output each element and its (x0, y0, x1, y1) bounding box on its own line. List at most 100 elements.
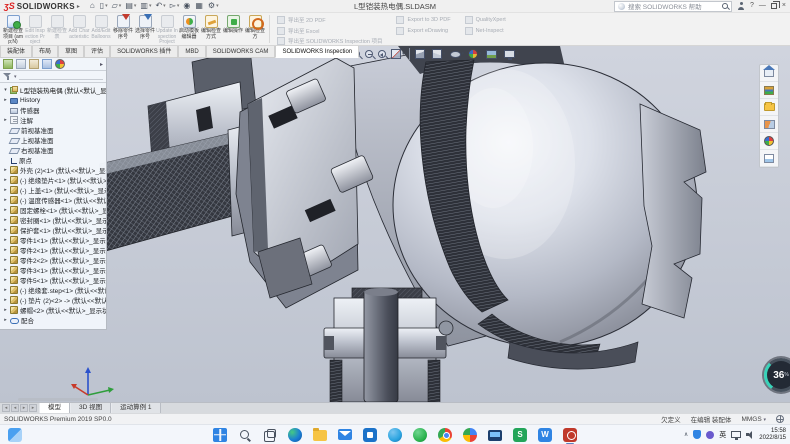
dropdown-caret-icon[interactable]: ▾ (443, 51, 446, 57)
task-pane-tab[interactable] (760, 116, 778, 133)
taskbar-chrome[interactable] (438, 428, 452, 442)
dropdown-caret-icon[interactable]: ▾ (216, 3, 219, 9)
tree-item[interactable]: 前视基准面 (2, 125, 106, 135)
tray-location-icon[interactable] (706, 431, 714, 439)
graphics-area[interactable]: ▾ ▾ ▾ ▾ ▾ ▾ ▾ (0, 46, 790, 402)
tree-item[interactable]: ▸ 外壳 (2)<1> (默认<<默认>_显示状 (2, 165, 106, 175)
dropdown-caret-icon[interactable]: ▾ (134, 3, 137, 9)
filter-input[interactable] (19, 73, 103, 80)
dimxpertmanager-tab-icon[interactable] (42, 59, 52, 69)
previous-view-icon[interactable] (378, 50, 386, 58)
task-pane-tab[interactable] (760, 150, 778, 167)
filter-caret-icon[interactable]: ▾ (14, 74, 17, 80)
status-globe-icon[interactable] (776, 415, 784, 423)
expand-arrow-icon[interactable]: ▸ (3, 197, 8, 203)
command-tab[interactable]: SOLIDWORKS 插件 (110, 46, 178, 58)
apply-scene-icon[interactable] (486, 50, 497, 59)
zoom-to-area-icon[interactable] (365, 50, 373, 58)
edit-appearance-icon[interactable] (468, 49, 478, 59)
tree-item[interactable]: ▸ 螺帽<2> (默认<<默认>_显示状态 (2, 305, 106, 315)
model-3d[interactable] (0, 46, 790, 402)
ribbon-button[interactable]: 新建检查项目 (amp;N) (2, 13, 24, 45)
search-icon[interactable] (722, 3, 728, 9)
expand-arrow-icon[interactable]: ▸ (3, 237, 8, 243)
taskbar-solidworks[interactable] (563, 428, 577, 442)
restore-button[interactable] (771, 3, 777, 9)
taskbar-mail[interactable] (338, 429, 352, 440)
command-tab[interactable]: 草图 (58, 46, 84, 58)
expand-arrow-icon[interactable]: ▸ (3, 257, 8, 263)
tree-item[interactable]: ▸ (-) 垫片 (2)<2> -> (默认<<默认 (2, 295, 106, 305)
tray-speaker-icon[interactable] (746, 431, 754, 439)
tree-item[interactable]: ▸ 零件2<2> (默认<<默认>_显示状 (2, 255, 106, 265)
tree-item[interactable]: ▸ 零件5<1> (默认<<默认>_显示状态 (2, 275, 106, 285)
help-button[interactable]: ? (750, 1, 754, 11)
expand-arrow-icon[interactable]: ▸ (3, 177, 8, 183)
expand-arrow-icon[interactable]: ▸ (3, 267, 8, 273)
taskbar-start[interactable] (213, 428, 227, 442)
save-icon[interactable]: ▤▾ (125, 1, 136, 11)
taskbar-file-explorer[interactable] (313, 430, 327, 441)
expand-arrow-icon[interactable]: ▸ (3, 287, 8, 293)
tree-item[interactable]: ▸ History (2, 95, 106, 105)
expand-arrow-icon[interactable]: ▸ (3, 307, 8, 313)
minimize-button[interactable]: — (759, 1, 766, 11)
expand-arrow-icon[interactable]: ▸ (3, 217, 8, 223)
undo-icon[interactable]: ↶▾ (155, 1, 165, 11)
taskbar-task-view[interactable] (263, 428, 277, 442)
tree-item[interactable]: ▸ 配合 (2, 315, 106, 325)
command-tab[interactable]: MBD (178, 46, 205, 58)
tree-item[interactable]: ▸ 零件3<1> (默认<<默认>_显示状态 (2, 265, 106, 275)
section-view-icon[interactable] (391, 49, 401, 59)
dropdown-caret-icon[interactable]: ▾ (149, 3, 152, 9)
dropdown-caret-icon[interactable]: ▾ (105, 3, 108, 9)
dropdown-caret-icon[interactable]: ▾ (177, 3, 180, 9)
expand-arrow-icon[interactable]: ▸ (3, 207, 8, 213)
expand-arrow-icon[interactable]: ▸ (3, 277, 8, 283)
ribbon-button[interactable]: 选择零件序号 (134, 13, 156, 45)
tree-item[interactable]: ▾ L型铠装热电偶 (默认<默认_显示状态-1 (2, 85, 106, 95)
featuremanager-tab-icon[interactable] (3, 59, 13, 69)
tree-item[interactable]: ▸ 密封圈<1> (默认<<默认>_显示状 (2, 215, 106, 225)
ribbon-button[interactable]: Add Characteristic (68, 13, 90, 45)
tray-shield-icon[interactable] (693, 430, 701, 439)
ribbon-button[interactable]: 编辑操作 (222, 13, 244, 45)
document-view-tab[interactable]: 3D 视图 (70, 403, 111, 413)
taskbar-edge[interactable] (288, 428, 302, 442)
ribbon-button[interactable]: 移除零件序号 (112, 13, 134, 45)
tree-filter[interactable]: ▾ (0, 71, 106, 83)
dropdown-caret-icon[interactable]: ▾ (402, 51, 405, 57)
print-icon[interactable]: ▥▾ (140, 1, 151, 11)
propertymanager-tab-icon[interactable] (16, 59, 26, 69)
dropdown-caret-icon[interactable]: ▾ (163, 3, 166, 9)
dropdown-caret-icon[interactable]: ▾ (462, 51, 465, 57)
taskbar-app-green[interactable] (413, 428, 427, 442)
status-units[interactable]: MMGS ▾ (741, 416, 766, 423)
login-icon[interactable] (737, 2, 745, 10)
open-icon[interactable]: ▱▾ (112, 1, 122, 11)
tray-monitor-icon[interactable] (731, 431, 741, 438)
expand-arrow-icon[interactable]: ▸ (3, 187, 8, 193)
tree-item[interactable]: 右视基准面 (2, 145, 106, 155)
tree-item[interactable]: ▸ 注解 (2, 115, 106, 125)
tree-item[interactable]: ▸ (-) 绝缘套.step<1> (默认<<默认 (2, 285, 106, 295)
tab-nav-arrow[interactable]: ▸ (20, 404, 28, 412)
file-properties-icon[interactable]: ▦ (195, 1, 204, 11)
configurationmanager-tab-icon[interactable] (29, 59, 39, 69)
taskbar-widgets-icon[interactable] (8, 428, 22, 442)
expand-arrow-icon[interactable]: ▸ (3, 167, 8, 173)
displaymanager-tab-icon[interactable] (55, 59, 65, 69)
ribbon-button[interactable]: Add/Edit Balloons (90, 13, 112, 45)
tree-item[interactable]: 原点 (2, 155, 106, 165)
taskbar-browser[interactable] (463, 428, 477, 442)
tree-horizontal-scrollbar[interactable] (18, 398, 98, 401)
panel-overflow-icon[interactable]: ▸ (100, 61, 103, 68)
dropdown-caret-icon[interactable]: ▾ (498, 51, 501, 57)
command-tab[interactable]: SOLIDWORKS CAM (206, 46, 276, 58)
dropdown-caret-icon[interactable]: ▾ (516, 51, 519, 57)
ribbon-button[interactable]: 编辑检查方式 (200, 13, 222, 45)
task-pane-tab[interactable] (760, 133, 778, 150)
tree-item[interactable]: ▸ (-) 上盖<1> (默认<<默认>_显示状 (2, 185, 106, 195)
dropdown-caret-icon[interactable]: ▾ (426, 51, 429, 57)
tree-item[interactable]: ▸ 零件2<1> (默认<<默认>_显示状 (2, 245, 106, 255)
